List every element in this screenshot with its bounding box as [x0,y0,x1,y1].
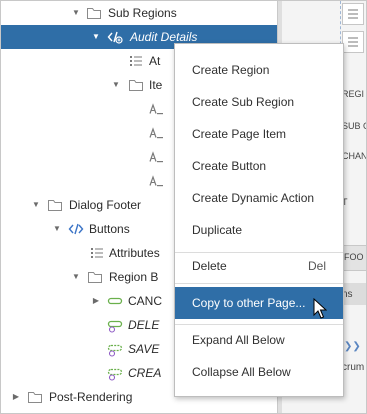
button-condition-icon [107,368,123,381]
layout-region-label: ns [342,289,353,300]
menu-separator [175,283,343,284]
menu-item-duplicate[interactable]: Duplicate [175,214,343,246]
menu-item-label: Create Page Item [192,127,287,141]
collapse-arrow-icon[interactable]: ▼ [70,265,82,289]
tree-node-sub-regions[interactable]: ▼ Sub Regions [1,1,277,25]
tree-node-label: Sub Regions [108,6,177,20]
menu-item-create-region[interactable]: Create Region [175,54,343,86]
collapse-arrow-icon[interactable]: ▼ [30,193,42,217]
menu-item-label: Create Dynamic Action [192,191,315,205]
tree-node-label: Dialog Footer [69,198,142,212]
menu-item-label: Delete [192,259,227,273]
folder-icon [48,200,62,211]
menu-item-label: Create Button [192,159,267,173]
menu-item-collapse-all-below[interactable]: Collapse All Below [175,356,343,388]
folder-icon [88,272,102,283]
expand-arrow-icon[interactable]: ▶ [90,289,102,313]
layout-region-label: crum [342,362,365,373]
tree-node-label: CREA [128,366,162,380]
menu-item-label: Duplicate [192,223,243,237]
collapse-arrow-icon[interactable]: ▼ [70,1,82,25]
page-item-icon [149,175,163,187]
folder-icon [129,80,143,91]
menu-item-label: Collapse All Below [192,365,291,379]
tree-node-label: CANC [128,294,163,308]
collapse-arrow-icon[interactable]: ▼ [110,73,122,97]
expand-arrow-icon[interactable]: ▶ [10,385,22,409]
menu-item-label: Expand All Below [192,333,285,347]
page-item-icon [149,151,163,163]
tree-node-label: Region B [109,270,159,284]
code-region-icon [68,223,84,235]
layout-icon[interactable] [342,31,364,53]
layout-region-label: T [342,197,348,207]
menu-item-create-dynamic-action[interactable]: Create Dynamic Action [175,182,343,214]
attributes-icon [91,248,103,258]
region-code-icon [107,31,123,44]
layout-icon[interactable] [342,3,364,25]
tree-node-label: At [149,54,161,68]
menu-item-label: Create Region [192,63,270,77]
page-designer-panel: ▼ Sub Regions ▼ Audit Details At ▼ Ite ▼… [0,0,367,414]
menu-item-create-page-item[interactable]: Create Page Item [175,118,343,150]
menu-item-expand-all-below[interactable]: Expand All Below [175,324,343,356]
page-item-icon [149,103,163,115]
tree-node-label: DELE [128,318,160,332]
context-menu: Create Region Create Sub Region Create P… [174,43,344,397]
attributes-icon [130,56,142,66]
menu-item-delete[interactable]: Delete Del [175,250,343,282]
menu-item-shortcut: Del [307,259,326,273]
folder-icon [28,392,42,403]
collapse-arrow-icon[interactable]: ▼ [51,217,63,241]
menu-item-label: Create Sub Region [192,95,295,109]
menu-item-create-button[interactable]: Create Button [175,150,343,182]
layout-region-label: FOO [344,252,364,262]
menu-item-create-sub-region[interactable]: Create Sub Region [175,86,343,118]
button-condition-icon [107,320,123,333]
collapse-arrow-icon[interactable]: ▼ [90,25,102,49]
tree-node-label: Buttons [89,222,130,236]
page-item-icon [149,127,163,139]
tree-node-label: Attributes [109,246,160,260]
button-icon [107,297,123,305]
tree-node-label: Post-Rendering [49,390,133,404]
layout-region-label: REGI [342,89,365,99]
layout-region-label: SUB O [342,121,366,131]
tree-node-label: SAVE [128,342,160,356]
breadcrumb-arrows-icon: ❯❯ [344,341,361,352]
menu-item-label: Copy to other Page... [192,296,306,310]
mouse-pointer-icon [313,298,327,319]
button-condition-icon [107,344,123,357]
layout-region-label: CHAN [342,151,366,161]
folder-icon [87,8,101,19]
tree-node-label: Ite [149,78,163,92]
